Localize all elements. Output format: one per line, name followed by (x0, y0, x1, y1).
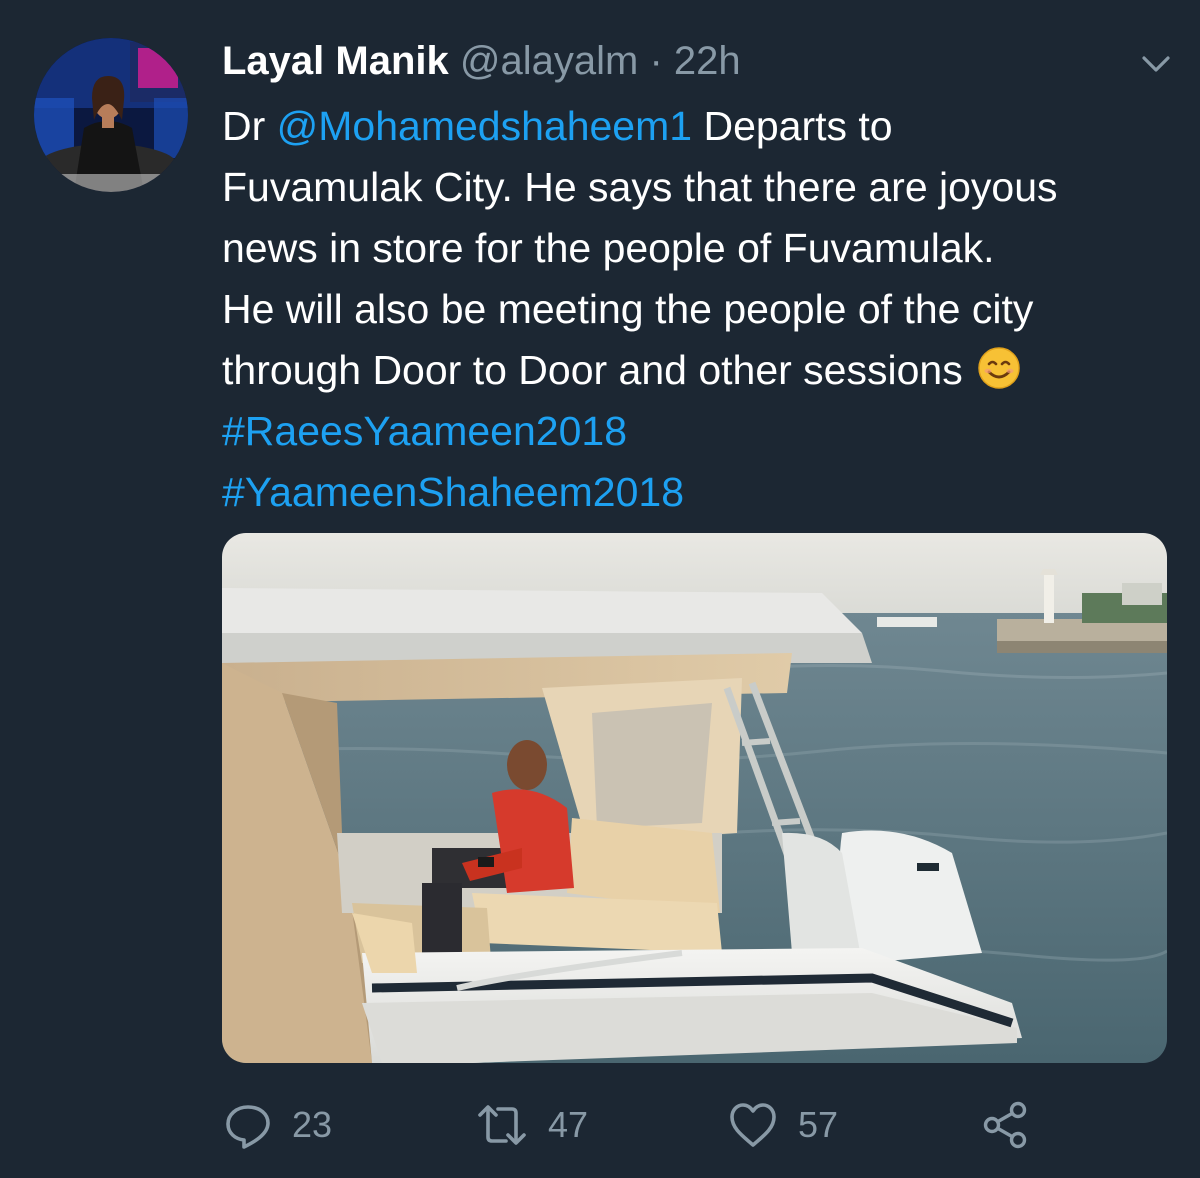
header-separator: · (649, 39, 663, 83)
like-button[interactable]: 57 (726, 1095, 838, 1155)
retweet-icon (474, 1099, 530, 1151)
reply-count: 23 (292, 1104, 333, 1145)
tweet-header: Layal Manik @alayalm · 22h (222, 36, 741, 86)
tweet-timestamp[interactable]: 22h (674, 39, 741, 83)
heart-icon (726, 1099, 780, 1151)
reply-icon (222, 1099, 274, 1151)
mention-link[interactable]: @Mohamedshaheem1 (277, 103, 692, 149)
tweet-action-bar: 23 47 57 (0, 1095, 1200, 1155)
tweet-text-line: Fuvamulak City. He says that there are j… (222, 164, 1058, 210)
like-count: 57 (798, 1104, 839, 1145)
tweet-text: Dr @Mohamedshaheem1 Departs to Fuvamulak… (222, 96, 1182, 523)
text-prefix: Dr (222, 103, 277, 149)
smiling-face-emoji (977, 346, 1021, 390)
tweet-text-line: Dr @Mohamedshaheem1 Departs to (222, 96, 1182, 157)
tweet-photo[interactable] (222, 533, 1167, 1063)
retweet-count: 47 (548, 1104, 589, 1145)
tweet-card[interactable]: Layal Manik @alayalm · 22h Dr @Mohamedsh… (0, 0, 1200, 1178)
retweet-button[interactable]: 47 (474, 1095, 588, 1155)
text-line-5: through Door to Door and other sessions (222, 347, 963, 393)
hashtag-link[interactable]: #YaameenShaheem2018 (222, 462, 1182, 523)
tweet-text-line: news in store for the people of Fuvamula… (222, 225, 995, 271)
text-suffix: Departs to (692, 103, 893, 149)
author-handle[interactable]: @alayalm (460, 39, 638, 83)
tweet-text-line: through Door to Door and other sessions (222, 340, 1182, 401)
share-button[interactable] (980, 1095, 1032, 1155)
reply-button[interactable]: 23 (222, 1095, 332, 1155)
author-display-name[interactable]: Layal Manik (222, 39, 449, 83)
hashtag-link[interactable]: #RaeesYaameen2018 (222, 401, 1182, 462)
share-icon (980, 1099, 1032, 1151)
tweet-text-line: He will also be meeting the people of th… (222, 286, 1034, 332)
avatar[interactable] (34, 38, 188, 192)
chevron-down-icon[interactable] (1136, 44, 1176, 84)
